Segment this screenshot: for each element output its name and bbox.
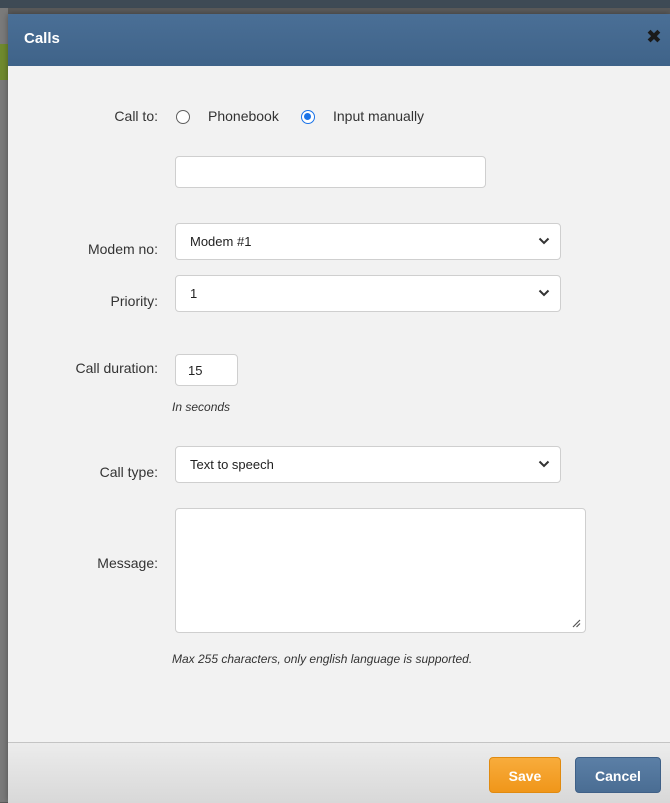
chevron-down-icon [538,289,550,297]
message-label: Message: [97,555,158,571]
priority-select[interactable]: 1 [175,275,561,312]
radio-phonebook-label[interactable]: Phonebook [208,108,279,124]
message-hint: Max 255 characters, only english languag… [172,652,473,666]
radio-input-manually-label[interactable]: Input manually [333,108,424,124]
dialog-footer: Save Cancel [8,742,670,803]
background-top-strip [0,0,670,8]
close-icon[interactable]: ✖ [644,27,664,49]
radio-input-manually[interactable] [301,110,315,124]
modem-select-value: Modem #1 [190,234,252,249]
background-left-edge [0,8,8,802]
priority-label: Priority: [110,293,158,309]
modem-label: Modem no: [87,241,158,257]
dialog-titlebar: Calls ✖ [8,14,670,66]
dialog-title: Calls [24,30,60,47]
call-duration-input[interactable] [175,354,238,386]
save-button[interactable]: Save [489,757,561,793]
call-type-select-value: Text to speech [190,457,274,472]
chevron-down-icon [538,460,550,468]
calls-dialog: Calls ✖ Call to: Phonebook Input manuall… [8,14,670,803]
modem-select[interactable]: Modem #1 [175,223,561,260]
resize-grip-icon[interactable] [572,619,581,628]
chevron-down-icon [538,237,550,245]
priority-select-value: 1 [190,286,198,301]
call-type-label: Call type: [99,464,158,480]
call-duration-hint: In seconds [172,400,231,414]
call-duration-label: Call duration: [75,360,159,376]
call-type-select[interactable]: Text to speech [175,446,561,483]
phone-number-input[interactable] [175,156,486,188]
cancel-button[interactable]: Cancel [575,757,661,793]
background-left-accent [0,44,8,80]
message-textarea[interactable] [175,508,586,633]
radio-phonebook[interactable] [176,110,190,124]
call-to-label: Call to: [114,108,158,124]
